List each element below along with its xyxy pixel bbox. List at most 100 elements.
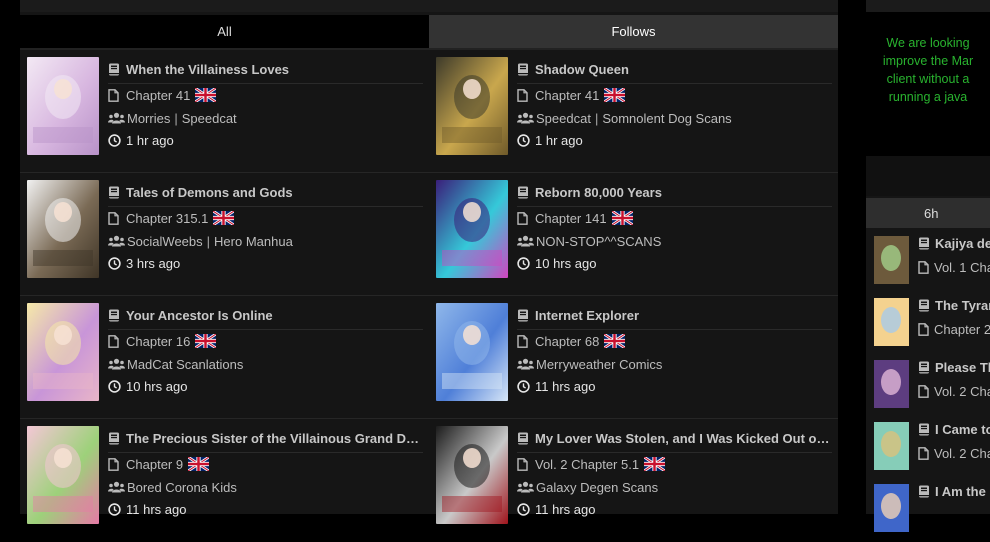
chapter-link[interactable]: Chapter 41 <box>535 88 599 103</box>
chapter-link[interactable]: Chapter 2 <box>934 322 990 337</box>
groups-row: Galaxy Degen Scans <box>517 478 658 496</box>
update-card[interactable]: Reborn 80,000 Years Chapter 141 NON-STOP^^… <box>429 173 838 296</box>
manga-title-link[interactable]: Your Ancestor Is Online <box>126 308 273 323</box>
chapter-link[interactable]: Chapter 9 <box>126 457 183 472</box>
top-chapter-item[interactable]: Please Th Vol. 2 Cha <box>866 354 990 409</box>
update-card[interactable]: Shadow Queen Chapter 41 Speedcat | Somnolent… <box>429 50 838 173</box>
cover-image[interactable] <box>874 360 909 408</box>
time-ago: 1 hr ago <box>126 132 174 148</box>
group-link[interactable]: SocialWeebs <box>127 234 203 249</box>
book-icon <box>109 63 119 75</box>
group-link[interactable]: Galaxy Degen Scans <box>536 480 658 495</box>
chapter-row: Chapter 2 <box>918 322 990 337</box>
time-ago: 10 hrs ago <box>535 255 597 271</box>
book-icon <box>109 186 119 198</box>
update-card[interactable]: My Lover Was Stolen, and I Was Kicked Ou… <box>429 419 838 542</box>
file-icon <box>517 88 528 102</box>
groups: Bored Corona Kids <box>127 480 237 495</box>
chapter-row: Vol. 1 Cha <box>918 260 990 275</box>
group-link[interactable]: NON-STOP^^SCANS <box>536 234 661 249</box>
chapter-row: Chapter 16 <box>108 332 217 350</box>
book-icon <box>109 432 119 444</box>
manga-title-link[interactable]: Please Th <box>935 360 990 375</box>
update-card[interactable]: The Precious Sister of the Villainous Gr… <box>20 419 429 542</box>
chapter-link[interactable]: Vol. 2 Chapter 5.1 <box>535 457 639 472</box>
group-link[interactable]: Speedcat <box>182 111 237 126</box>
cover-image[interactable] <box>874 298 909 346</box>
update-card[interactable]: Your Ancestor Is Online Chapter 16 MadCat … <box>20 296 429 419</box>
manga-title-link[interactable]: The Tyran <box>935 298 990 313</box>
chapter-link[interactable]: Chapter 141 <box>535 211 607 226</box>
manga-title-link[interactable]: Internet Explorer <box>535 308 639 323</box>
group-link[interactable]: Hero Manhua <box>214 234 293 249</box>
group-link[interactable]: Somnolent Dog Scans <box>602 111 731 126</box>
clock-icon <box>517 256 530 270</box>
manga-title-link[interactable]: I Am the <box>935 484 986 499</box>
cover-image[interactable] <box>436 303 508 401</box>
chapter-row: Chapter 41 <box>108 86 217 104</box>
group-link[interactable]: Bored Corona Kids <box>127 480 237 495</box>
cover-image[interactable] <box>27 57 99 155</box>
manga-title-link[interactable]: The Precious Sister of the Villainous Gr… <box>126 431 423 446</box>
book-icon <box>518 63 528 75</box>
manga-title-link[interactable]: When the Villainess Loves <box>126 62 289 77</box>
cover-image[interactable] <box>436 426 508 524</box>
time-row: 10 hrs ago <box>517 254 596 272</box>
time-row: 3 hrs ago <box>108 254 180 272</box>
title-row: Your Ancestor Is Online <box>108 306 423 330</box>
chapter-link[interactable]: Chapter 41 <box>126 88 190 103</box>
cover-image[interactable] <box>874 236 909 284</box>
top-chapter-item[interactable]: The Tyran Chapter 2 <box>866 292 990 347</box>
group-link[interactable]: Morries <box>127 111 170 126</box>
panel-top-strip <box>20 0 838 12</box>
manga-title-link[interactable]: Reborn 80,000 Years <box>535 185 662 200</box>
group-link[interactable]: MadCat Scanlations <box>127 357 243 372</box>
tab-all[interactable]: All <box>20 15 429 48</box>
cover-image[interactable] <box>27 180 99 278</box>
group-link[interactable]: Merryweather Comics <box>536 357 662 372</box>
time-ago: 11 hrs ago <box>535 501 596 517</box>
cover-image[interactable] <box>436 57 508 155</box>
chapter-link[interactable]: Vol. 2 Cha <box>934 384 990 399</box>
cover-image[interactable] <box>436 180 508 278</box>
title-row: The Tyran <box>918 298 990 313</box>
manga-title-link[interactable]: Kajiya de <box>935 236 990 251</box>
manga-title-link[interactable]: Tales of Demons and Gods <box>126 185 293 200</box>
file-icon <box>108 457 119 471</box>
cover-image[interactable] <box>874 484 909 532</box>
top-chapter-item[interactable]: Kajiya de Vol. 1 Cha <box>866 230 990 285</box>
title-row: The Precious Sister of the Villainous Gr… <box>108 429 423 453</box>
chapter-link[interactable]: Vol. 1 Cha <box>934 260 990 275</box>
top-chapter-item[interactable]: I Am the <box>866 478 990 533</box>
file-icon <box>108 334 119 348</box>
title-row: I Came to <box>918 422 990 437</box>
update-card[interactable]: Internet Explorer Chapter 68 Merryweather … <box>429 296 838 419</box>
title-row: Please Th <box>918 360 990 375</box>
tab-follows[interactable]: Follows <box>429 15 838 48</box>
manga-title-link[interactable]: My Lover Was Stolen, and I Was Kicked Ou… <box>535 431 832 446</box>
file-icon <box>918 385 929 398</box>
groups-row: Bored Corona Kids <box>108 478 237 496</box>
chapter-link[interactable]: Vol. 2 Cha <box>934 446 990 461</box>
updates-tabs: All Follows <box>20 15 838 48</box>
manga-title-link[interactable]: Shadow Queen <box>535 62 629 77</box>
chapter-link[interactable]: Chapter 16 <box>126 334 190 349</box>
cover-image[interactable] <box>874 422 909 470</box>
cover-image[interactable] <box>27 426 99 524</box>
group-link[interactable]: Speedcat <box>536 111 591 126</box>
update-card[interactable]: When the Villainess Loves Chapter 41 Morri… <box>20 50 429 173</box>
update-card[interactable]: Tales of Demons and Gods Chapter 315.1 Soc… <box>20 173 429 296</box>
manga-title-link[interactable]: I Came to <box>935 422 990 437</box>
separator: | <box>174 110 178 126</box>
book-icon <box>109 309 119 321</box>
title-row: I Am the <box>918 484 986 499</box>
title-row: Shadow Queen <box>517 60 832 84</box>
file-icon <box>517 334 528 348</box>
chapter-link[interactable]: Chapter 315.1 <box>126 211 208 226</box>
chapter-link[interactable]: Chapter 68 <box>535 334 599 349</box>
users-icon <box>517 481 534 493</box>
cover-image[interactable] <box>27 303 99 401</box>
top-chapter-item[interactable]: I Came to Vol. 2 Cha <box>866 416 990 471</box>
uk-flag-icon <box>604 88 626 102</box>
tab-6h[interactable]: 6h <box>866 198 990 228</box>
